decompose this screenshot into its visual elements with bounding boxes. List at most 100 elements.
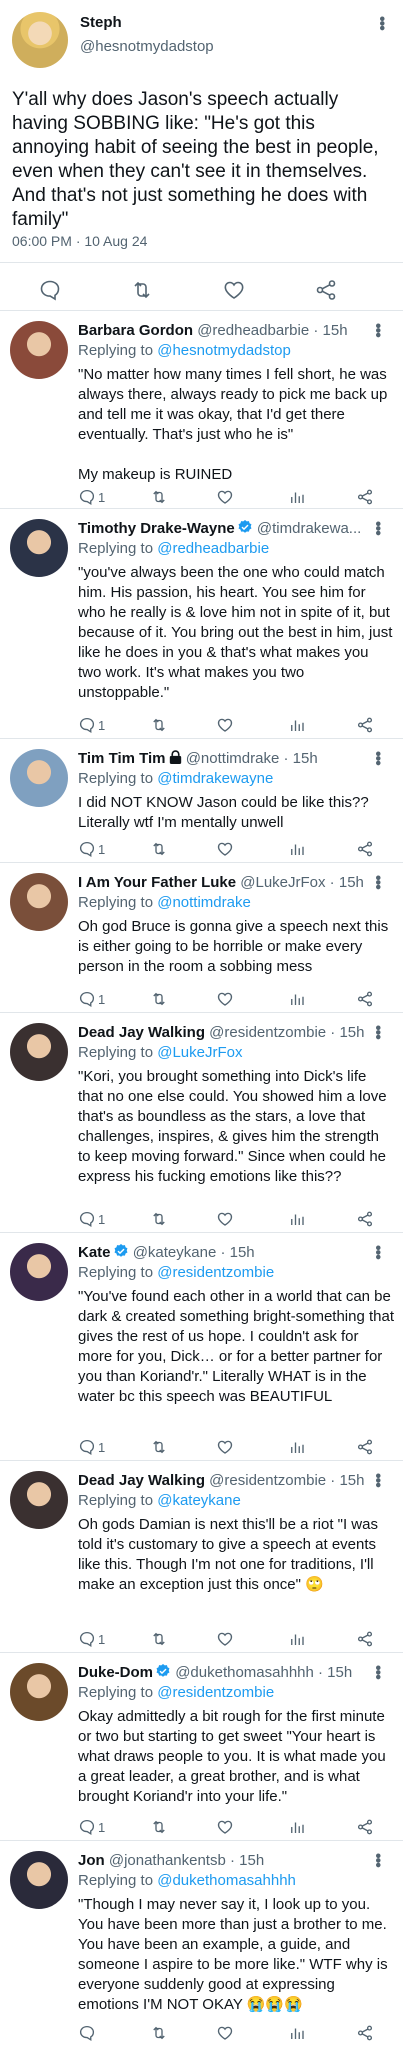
reply-tweet[interactable]: Barbara Gordon @redheadbarbie · 15h ••• Re… [0,310,403,508]
retweet-button[interactable] [150,1629,168,1649]
share-button[interactable] [356,1437,374,1457]
like-button[interactable] [216,839,234,859]
views-button[interactable] [288,2023,306,2043]
reply-button[interactable]: 1 [78,715,105,735]
replying-to-link[interactable]: @redheadbarbie [157,540,269,557]
retweet-button[interactable] [150,1437,168,1457]
retweet-icon[interactable] [130,278,154,302]
like-button[interactable] [216,989,234,1009]
author-name[interactable]: Jon [78,1852,105,1869]
author-name[interactable]: Timothy Drake-Wayne [78,520,235,537]
reply-button[interactable]: 1 [78,1629,105,1649]
replying-to-link[interactable]: @hesnotmydadstop [157,342,291,359]
more-options-icon[interactable]: ••• [373,16,390,30]
more-options-icon[interactable]: ••• [369,1665,386,1679]
author-name[interactable]: Dead Jay Walking [78,1024,205,1041]
author-handle[interactable]: @LukeJrFox · 15h [240,874,364,891]
reply-tweet[interactable]: Tim Tim Tim @nottimdrake · 15h ••• Replyin… [0,738,403,862]
replying-to-link[interactable]: @residentzombie [157,1264,274,1281]
like-button[interactable] [216,1437,234,1457]
replying-to-link[interactable]: @LukeJrFox [157,1044,242,1061]
author-handle[interactable]: @jonathankentsb · 15h [109,1852,264,1869]
comment-icon[interactable] [38,278,62,302]
views-button[interactable] [288,1437,306,1457]
views-button[interactable] [288,1817,306,1837]
avatar[interactable] [10,321,68,379]
share-button[interactable] [356,2023,374,2043]
reply-tweet[interactable]: Dead Jay Walking @residentzombie · 15h ••… [0,1460,403,1652]
reply-button[interactable]: 1 [78,1437,105,1457]
retweet-button[interactable] [150,1209,168,1229]
like-button[interactable] [216,487,234,507]
author-name[interactable]: Kate [78,1244,111,1261]
author-handle[interactable]: @hesnotmydadstop [80,38,214,55]
replying-to-link[interactable]: @kateykane [157,1492,241,1509]
retweet-button[interactable] [150,487,168,507]
like-icon[interactable] [222,278,246,302]
share-icon[interactable] [314,278,338,302]
more-options-icon[interactable]: ••• [369,323,386,337]
more-options-icon[interactable]: ••• [369,1853,386,1867]
author-handle[interactable]: @redheadbarbie · 15h [197,322,347,339]
avatar[interactable] [10,1851,68,1909]
avatar[interactable] [12,12,68,68]
reply-button[interactable]: 1 [78,1209,105,1229]
retweet-button[interactable] [150,2023,168,2043]
share-button[interactable] [356,715,374,735]
author-handle[interactable]: @dukethomasahhhh · 15h [175,1664,352,1681]
retweet-button[interactable] [150,989,168,1009]
reply-tweet[interactable]: I Am Your Father Luke @LukeJrFox · 15h ••… [0,862,403,1012]
share-button[interactable] [356,1629,374,1649]
like-button[interactable] [216,1209,234,1229]
avatar[interactable] [10,873,68,931]
reply-button[interactable]: 1 [78,1817,105,1837]
views-button[interactable] [288,989,306,1009]
views-button[interactable] [288,839,306,859]
views-button[interactable] [288,1209,306,1229]
share-button[interactable] [356,1817,374,1837]
avatar[interactable] [10,1243,68,1301]
author-name[interactable]: I Am Your Father Luke [78,874,236,891]
like-button[interactable] [216,715,234,735]
author-handle[interactable]: @nottimdrake · 15h [186,750,318,767]
avatar[interactable] [10,1663,68,1721]
share-button[interactable] [356,487,374,507]
author-name[interactable]: Tim Tim Tim [78,750,166,767]
reply-button[interactable]: 1 [78,487,105,507]
author-name[interactable]: Steph [80,14,122,31]
views-button[interactable] [288,715,306,735]
author-name[interactable]: Dead Jay Walking [78,1472,205,1489]
like-button[interactable] [216,1629,234,1649]
like-button[interactable] [216,1817,234,1837]
more-options-icon[interactable]: ••• [369,1473,386,1487]
retweet-button[interactable] [150,1817,168,1837]
author-handle[interactable]: @timdrakewa... [257,520,361,537]
replying-to-link[interactable]: @nottimdrake [157,894,251,911]
reply-tweet[interactable]: Dead Jay Walking @residentzombie · 15h ••… [0,1012,403,1232]
author-handle[interactable]: @residentzombie · 15h [209,1472,364,1489]
reply-button[interactable]: 1 [78,989,105,1009]
avatar[interactable] [10,1023,68,1081]
more-options-icon[interactable]: ••• [369,1245,386,1259]
retweet-button[interactable] [150,715,168,735]
reply-tweet[interactable]: Kate @kateykane · 15h ••• Replying to @res… [0,1232,403,1460]
more-options-icon[interactable]: ••• [369,1025,386,1039]
replying-to-link[interactable]: @timdrakewayne [157,770,273,787]
author-handle[interactable]: @residentzombie · 15h [209,1024,364,1041]
views-button[interactable] [288,487,306,507]
more-options-icon[interactable]: ••• [369,751,386,765]
share-button[interactable] [356,1209,374,1229]
avatar[interactable] [10,519,68,577]
author-name[interactable]: Barbara Gordon [78,322,193,339]
views-button[interactable] [288,1629,306,1649]
avatar[interactable] [10,1471,68,1529]
replying-to-link[interactable]: @dukethomasahhhh [157,1872,296,1889]
reply-tweet[interactable]: Jon @jonathankentsb · 15h ••• Replying to … [0,1840,403,2048]
reply-button[interactable] [78,2023,98,2043]
share-button[interactable] [356,989,374,1009]
reply-tweet[interactable]: Duke-Dom @dukethomasahhhh · 15h ••• Replyi… [0,1652,403,1840]
author-name[interactable]: Duke-Dom [78,1664,153,1681]
reply-tweet[interactable]: Timothy Drake-Wayne @timdrakewa... ••• Rep… [0,508,403,738]
more-options-icon[interactable]: ••• [369,875,386,889]
author-handle[interactable]: @kateykane · 15h [133,1244,255,1261]
